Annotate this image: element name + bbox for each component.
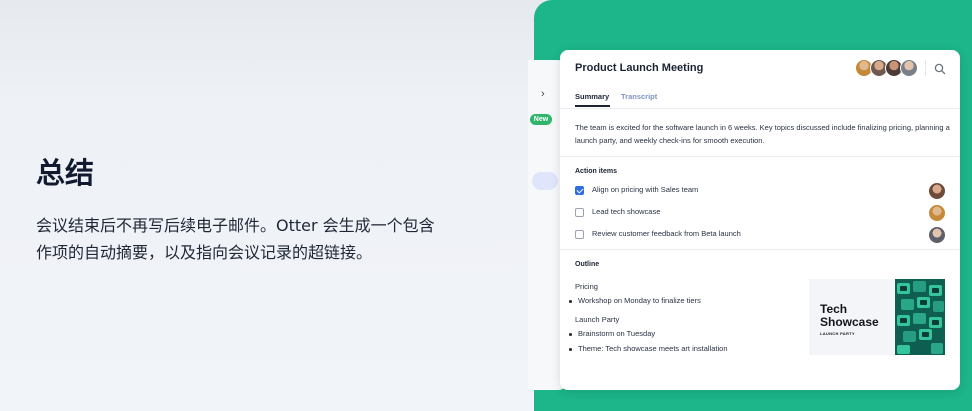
check-icon[interactable] — [575, 186, 584, 195]
action-item[interactable]: Review customer feedback from Beta launc… — [575, 227, 950, 243]
thumbnail-title-line: Tech — [820, 302, 848, 316]
outline-item: Brainstorm on Tuesday — [568, 329, 656, 338]
outline-item: Workshop on Monday to finalize tiers — [569, 296, 701, 305]
action-items-label: Action items — [575, 168, 618, 175]
thumbnail-subtitle: LAUNCH PARTY — [820, 331, 855, 336]
header-divider — [925, 60, 926, 76]
tab-summary[interactable]: Summary — [575, 92, 609, 101]
meeting-title: Product Launch Meeting — [575, 62, 704, 74]
divider — [560, 249, 960, 250]
divider — [560, 156, 960, 157]
outline-group-title: Launch Party — [575, 315, 620, 324]
search-icon[interactable] — [933, 62, 947, 76]
action-item[interactable]: Lead tech showcase — [575, 205, 950, 221]
divider — [560, 108, 960, 109]
outline-group-title: Pricing — [575, 282, 598, 291]
section-heading: 总结 — [36, 156, 95, 190]
tab-transcript[interactable]: Transcript — [621, 92, 657, 101]
thumbnail-title: Tech Showcase — [820, 303, 879, 328]
keyboard-art-image — [895, 279, 945, 355]
tech-showcase-thumbnail[interactable]: Tech Showcase LAUNCH PARTY — [809, 279, 945, 355]
chevron-right-icon[interactable]: › — [541, 88, 545, 100]
avatar — [929, 227, 945, 243]
meeting-card: Product Launch Meeting Summary Transcrip… — [560, 50, 960, 390]
active-tab-indicator — [575, 105, 610, 107]
action-item-text: Review customer feedback from Beta launc… — [592, 229, 741, 238]
avatar — [929, 183, 945, 199]
outline-label: Outline — [575, 261, 600, 268]
section-description: 会议结束后不再写后续电子邮件。Otter 会生成一个包含作项的自动摘要，以及指向… — [36, 216, 435, 262]
avatar[interactable] — [900, 59, 918, 77]
action-item-text: Align on pricing with Sales team — [592, 185, 699, 194]
summary-text: The team is excited for the software lau… — [575, 123, 950, 145]
new-badge: New — [530, 114, 552, 125]
avatar — [929, 205, 945, 221]
left-section — [0, 0, 560, 411]
thumbnail-title-line: Showcase — [820, 314, 879, 329]
background-pill — [532, 172, 558, 190]
outline-item: Theme: Tech showcase meets art installat… — [569, 344, 728, 353]
checkbox[interactable] — [575, 208, 584, 217]
action-item[interactable]: Align on pricing with Sales team — [575, 183, 950, 199]
action-item-text: Lead tech showcase — [592, 207, 661, 216]
checkbox[interactable] — [575, 230, 584, 239]
